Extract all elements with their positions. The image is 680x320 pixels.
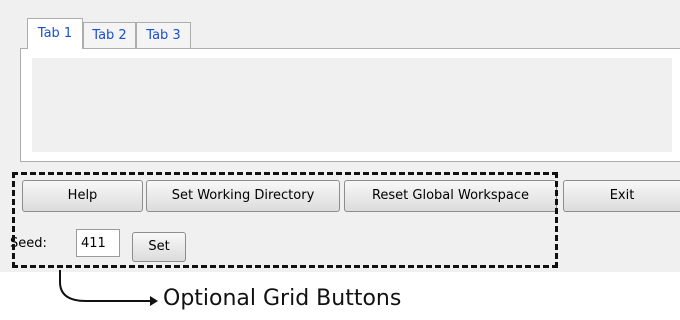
annotation-label: Optional Grid Buttons bbox=[163, 286, 402, 311]
annotation-arrow-icon bbox=[59, 270, 158, 306]
tab-1[interactable]: Tab 1 bbox=[27, 18, 83, 49]
